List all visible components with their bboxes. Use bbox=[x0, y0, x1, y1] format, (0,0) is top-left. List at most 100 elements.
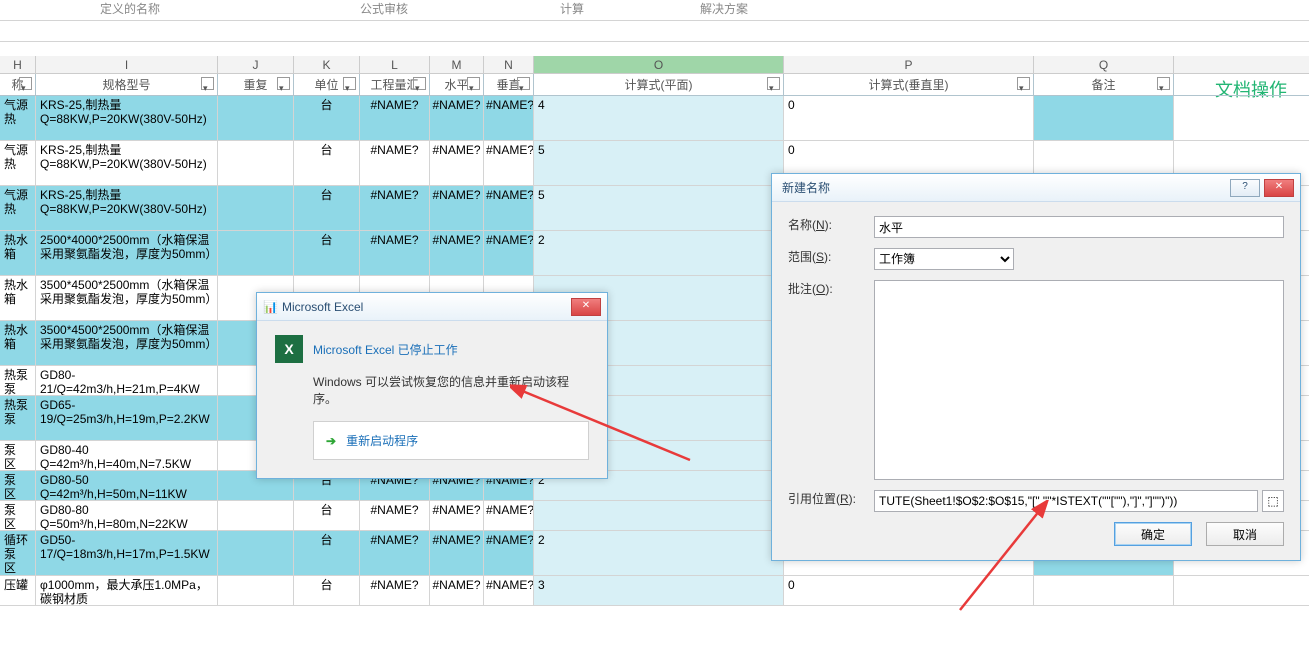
dialog-title: Microsoft Excel bbox=[278, 300, 567, 314]
cancel-button[interactable]: 取消 bbox=[1206, 522, 1284, 546]
cell[interactable]: #NAME? bbox=[484, 186, 534, 230]
cell[interactable]: GD80-50Q=42m³/h,H=50m,N=11KW bbox=[36, 471, 218, 500]
cell[interactable]: #NAME? bbox=[360, 141, 430, 185]
cell[interactable]: 台 bbox=[294, 501, 360, 530]
filter-icon[interactable] bbox=[467, 77, 480, 90]
cell[interactable]: #NAME? bbox=[484, 576, 534, 605]
cell[interactable]: GD50-17/Q=18m3/h,H=17m,P=1.5KW bbox=[36, 531, 218, 575]
cell[interactable]: #NAME? bbox=[430, 531, 484, 575]
cell[interactable]: KRS-25,制热量Q=88KW,P=20KW(380V-50Hz) bbox=[36, 141, 218, 185]
cell[interactable] bbox=[218, 576, 294, 605]
filter-icon[interactable] bbox=[413, 77, 426, 90]
cell[interactable]: GD80-40Q=42m³/h,H=40m,N=7.5KW bbox=[36, 441, 218, 470]
name-input[interactable] bbox=[874, 216, 1284, 238]
cell[interactable]: #NAME? bbox=[360, 531, 430, 575]
cell[interactable] bbox=[218, 531, 294, 575]
cell[interactable] bbox=[218, 186, 294, 230]
cell[interactable]: #NAME? bbox=[484, 141, 534, 185]
cell[interactable]: 气源热 bbox=[0, 141, 36, 185]
cell[interactable]: 4 bbox=[534, 96, 784, 140]
cell[interactable]: 热水箱 bbox=[0, 321, 36, 365]
cell[interactable] bbox=[1034, 96, 1174, 140]
cell[interactable]: KRS-25,制热量Q=88KW,P=20KW(380V-50Hz) bbox=[36, 186, 218, 230]
cell[interactable]: #NAME? bbox=[360, 576, 430, 605]
cell[interactable]: 0 bbox=[784, 96, 1034, 140]
cell[interactable] bbox=[1034, 576, 1174, 605]
cell[interactable]: 压罐 bbox=[0, 576, 36, 605]
filter-icon[interactable] bbox=[1157, 77, 1170, 90]
cell[interactable]: 台 bbox=[294, 231, 360, 275]
cell[interactable]: 热水箱 bbox=[0, 231, 36, 275]
cell[interactable]: φ1000mm，最大承压1.0MPa，碳钢材质 bbox=[36, 576, 218, 605]
dialog-titlebar[interactable]: 📊 Microsoft Excel ✕ bbox=[257, 293, 607, 321]
cell[interactable]: 0 bbox=[784, 576, 1034, 605]
cell[interactable]: 台 bbox=[294, 96, 360, 140]
cell[interactable]: #NAME? bbox=[484, 96, 534, 140]
refersto-input[interactable] bbox=[874, 490, 1258, 512]
comment-textarea[interactable] bbox=[874, 280, 1284, 480]
cell[interactable]: 3500*4500*2500mm（水箱保温采用聚氨酯发泡，厚度为50mm） bbox=[36, 276, 218, 320]
filter-icon[interactable] bbox=[343, 77, 356, 90]
ok-button[interactable]: 确定 bbox=[1114, 522, 1192, 546]
cell[interactable]: #NAME? bbox=[430, 186, 484, 230]
cell[interactable]: #NAME? bbox=[430, 231, 484, 275]
close-icon[interactable]: ✕ bbox=[571, 298, 601, 316]
cell[interactable]: GD65-19/Q=25m3/h,H=19m,P=2.2KW bbox=[36, 396, 218, 440]
cell[interactable]: 台 bbox=[294, 531, 360, 575]
cell[interactable]: 2 bbox=[534, 231, 784, 275]
cell[interactable]: #NAME? bbox=[430, 576, 484, 605]
filter-icon[interactable] bbox=[767, 77, 780, 90]
cell[interactable]: 热泵泵 bbox=[0, 396, 36, 440]
table-row[interactable]: 压罐φ1000mm，最大承压1.0MPa，碳钢材质台#NAME?#NAME?#N… bbox=[0, 576, 1309, 606]
filter-icon[interactable] bbox=[517, 77, 530, 90]
cell[interactable] bbox=[218, 141, 294, 185]
cell[interactable]: 3500*4500*2500mm（水箱保温采用聚氨酯发泡，厚度为50mm） bbox=[36, 321, 218, 365]
cell[interactable]: 热泵泵 bbox=[0, 366, 36, 395]
cell[interactable]: 2500*4000*2500mm（水箱保温采用聚氨酯发泡，厚度为50mm） bbox=[36, 231, 218, 275]
restart-program-button[interactable]: ➔ 重新启动程序 bbox=[313, 421, 589, 460]
cell[interactable]: #NAME? bbox=[430, 141, 484, 185]
cell[interactable]: 台 bbox=[294, 141, 360, 185]
range-picker-icon[interactable]: ⬚ bbox=[1262, 490, 1284, 512]
cell[interactable]: 2 bbox=[534, 531, 784, 575]
excel-small-icon: 📊 bbox=[263, 300, 278, 314]
cell[interactable]: 泵区用) bbox=[0, 501, 36, 530]
cell[interactable] bbox=[218, 96, 294, 140]
cell[interactable]: #NAME? bbox=[484, 531, 534, 575]
cell[interactable]: #NAME? bbox=[360, 231, 430, 275]
cell[interactable]: 台 bbox=[294, 186, 360, 230]
filter-icon[interactable] bbox=[1017, 77, 1030, 90]
cell[interactable]: 热水箱 bbox=[0, 276, 36, 320]
cell[interactable]: #NAME? bbox=[360, 96, 430, 140]
cell[interactable] bbox=[534, 501, 784, 530]
formula-bar[interactable] bbox=[0, 20, 1309, 42]
dialog-titlebar[interactable]: 新建名称 ? ✕ bbox=[772, 174, 1300, 202]
filter-icon[interactable] bbox=[277, 77, 290, 90]
cell[interactable]: 台 bbox=[294, 576, 360, 605]
cell[interactable]: #NAME? bbox=[430, 96, 484, 140]
scope-select[interactable]: 工作簿 bbox=[874, 248, 1014, 270]
filter-icon[interactable] bbox=[201, 77, 214, 90]
cell[interactable]: 泵区用) bbox=[0, 471, 36, 500]
cell[interactable]: KRS-25,制热量Q=88KW,P=20KW(380V-50Hz) bbox=[36, 96, 218, 140]
cell[interactable]: #NAME? bbox=[360, 186, 430, 230]
cell[interactable]: #NAME? bbox=[430, 501, 484, 530]
cell[interactable]: 气源热 bbox=[0, 96, 36, 140]
cell[interactable] bbox=[218, 231, 294, 275]
cell[interactable]: #NAME? bbox=[484, 501, 534, 530]
cell[interactable]: 气源热 bbox=[0, 186, 36, 230]
close-icon[interactable]: ✕ bbox=[1264, 179, 1294, 197]
cell[interactable]: 循环泵区用) bbox=[0, 531, 36, 575]
cell[interactable]: 3 bbox=[534, 576, 784, 605]
cell[interactable]: GD80-21/Q=42m3/h,H=21m,P=4KW bbox=[36, 366, 218, 395]
cell[interactable]: 5 bbox=[534, 186, 784, 230]
cell[interactable]: GD80-80Q=50m³/h,H=80m,N=22KW bbox=[36, 501, 218, 530]
cell[interactable]: 5 bbox=[534, 141, 784, 185]
cell[interactable]: #NAME? bbox=[360, 501, 430, 530]
help-icon[interactable]: ? bbox=[1230, 179, 1260, 197]
cell[interactable]: #NAME? bbox=[484, 231, 534, 275]
table-row[interactable]: 气源热KRS-25,制热量Q=88KW,P=20KW(380V-50Hz)台#N… bbox=[0, 96, 1309, 141]
cell[interactable]: 泵区用) bbox=[0, 441, 36, 470]
cell[interactable] bbox=[218, 501, 294, 530]
filter-icon[interactable] bbox=[19, 77, 32, 90]
